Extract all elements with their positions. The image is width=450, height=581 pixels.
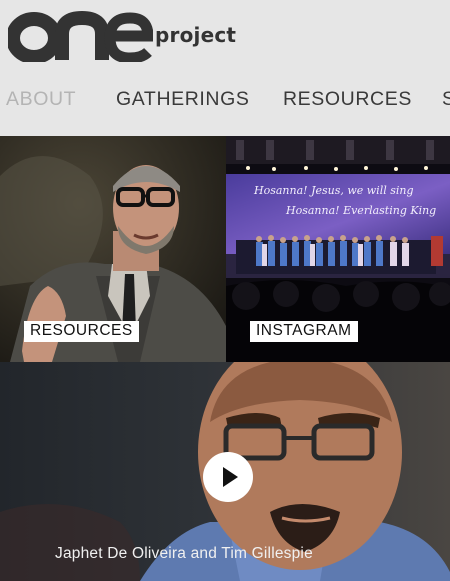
one-logo-mark-icon (8, 10, 153, 62)
main-nav: ABOUT GATHERINGS RESOURCES S (0, 88, 450, 116)
instagram-tile[interactable]: Hosanna! Jesus, we will sing Hosanna! Ev… (226, 136, 450, 362)
screen-lyric-2: Hosanna! Everlasting King (285, 204, 436, 217)
site-logo[interactable]: project (8, 6, 236, 62)
video-tile[interactable]: Japhet De Oliveira and Tim Gillespie (0, 362, 450, 581)
nav-item-resources[interactable]: RESOURCES (283, 88, 412, 111)
screen-lyric-1: Hosanna! Jesus, we will sing (253, 184, 414, 197)
play-icon (223, 467, 238, 487)
resources-tile-label: RESOURCES (24, 321, 139, 342)
nav-item-s[interactable]: S (442, 88, 450, 111)
site-header: project ABOUT GATHERINGS RESOURCES S (0, 0, 450, 136)
resources-tile[interactable]: RESOURCES (0, 136, 226, 362)
logo-word: project (155, 23, 237, 47)
choir-figures (236, 235, 443, 274)
play-button[interactable] (203, 452, 253, 502)
video-caption: Japhet De Oliveira and Tim Gillespie (55, 545, 313, 562)
nav-item-gatherings[interactable]: GATHERINGS (116, 88, 249, 111)
instagram-tile-label: INSTAGRAM (250, 321, 358, 342)
tile-grid: RESOURCES Hosanna! Jesus, we will sing H… (0, 136, 450, 581)
nav-item-about[interactable]: ABOUT (6, 88, 76, 111)
